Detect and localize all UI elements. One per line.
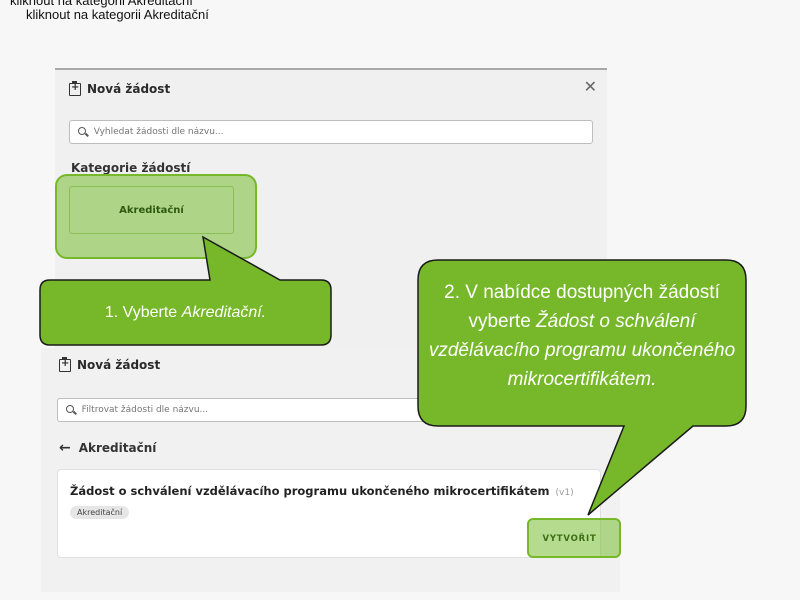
search-icon — [66, 405, 76, 415]
breadcrumb-category: Akreditační — [78, 441, 157, 455]
dialog-header: Nová žádost — [69, 80, 171, 96]
dialog-title: Nová žádost — [87, 82, 171, 96]
request-category-tag: Akreditační — [70, 506, 130, 519]
callout-1-prefix: 1. Vyberte — [104, 304, 182, 321]
request-version: (v1) — [555, 488, 574, 498]
callout-1-emphasis: Akreditační. — [181, 304, 267, 321]
category-button-akreditacni[interactable]: Akreditační — [69, 186, 234, 234]
search-input[interactable] — [93, 127, 592, 137]
close-icon[interactable]: ✕ — [584, 77, 597, 96]
search-icon — [78, 127, 88, 137]
back-arrow-icon[interactable]: ← — [59, 440, 71, 456]
request-card: Žádost o schválení vzdělávacího programu… — [57, 469, 601, 558]
breadcrumb: ← Akreditační — [59, 440, 156, 456]
request-title: Žádost o schválení vzdělávacího programu… — [70, 484, 574, 498]
clipboard-plus-icon — [69, 80, 81, 96]
dialog-title: Nová žádost — [77, 358, 161, 372]
caption-line-2: kliknout na kategorii Akreditační — [26, 7, 209, 22]
callout-1-text: 1. Vyberte Akreditační. — [40, 282, 331, 344]
category-heading: Kategorie žádostí — [71, 161, 191, 175]
search-field[interactable] — [69, 120, 593, 144]
create-button[interactable]: VYTVOŘIT — [539, 528, 600, 550]
dialog-header: Nová žádost — [59, 356, 161, 372]
callout-2-text: 2. V nabídce dostupných žádostí vyberte … — [418, 262, 746, 410]
request-title-text: Žádost o schválení vzdělávacího programu… — [70, 484, 550, 498]
clipboard-plus-icon — [59, 356, 71, 372]
caption: kliknout na kategorii Akreditační klikno… — [10, 0, 209, 22]
